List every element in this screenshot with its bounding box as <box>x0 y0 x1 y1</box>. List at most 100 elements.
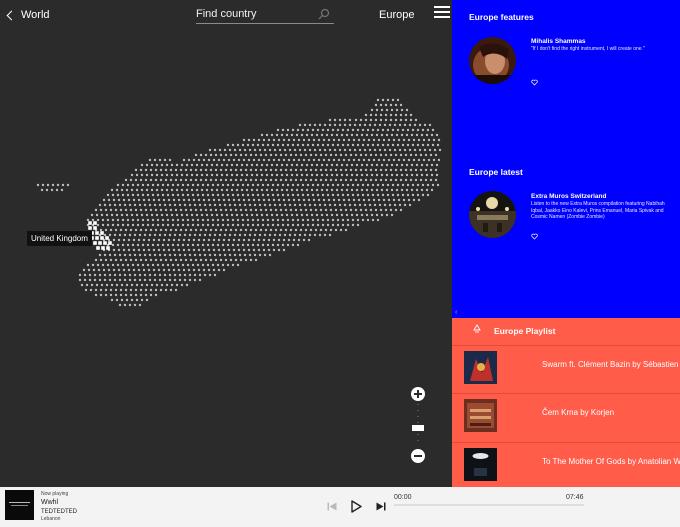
map-dot[interactable] <box>184 228 188 232</box>
map-dot[interactable] <box>120 213 124 217</box>
map-dot[interactable] <box>153 278 157 282</box>
map-dot[interactable] <box>157 238 161 242</box>
map-dot[interactable] <box>137 248 141 252</box>
map-dot[interactable] <box>353 203 357 207</box>
map-dot[interactable] <box>205 173 209 177</box>
map-dot[interactable] <box>356 128 360 132</box>
map-dot[interactable] <box>165 173 169 177</box>
map-dot[interactable] <box>228 253 232 257</box>
map-dot[interactable] <box>216 243 220 247</box>
map-dot[interactable] <box>217 248 221 252</box>
map-dot[interactable] <box>304 178 308 182</box>
map-dot[interactable] <box>196 193 200 197</box>
map-dot[interactable] <box>422 158 426 162</box>
map-dot[interactable] <box>297 238 301 242</box>
map-dot[interactable] <box>219 168 223 172</box>
map-dot[interactable] <box>335 163 339 167</box>
map-dot[interactable] <box>262 248 266 252</box>
map-dot[interactable] <box>161 223 165 227</box>
map-dot[interactable] <box>376 128 380 132</box>
map-dot[interactable] <box>143 253 147 257</box>
map-dot[interactable] <box>129 208 133 212</box>
map-dot[interactable] <box>303 148 307 152</box>
map-dot[interactable] <box>97 268 101 272</box>
map-dot[interactable] <box>425 188 429 192</box>
map-dot[interactable] <box>111 243 115 247</box>
map-dot[interactable] <box>268 253 272 257</box>
map-dot[interactable] <box>140 283 144 287</box>
map-dot[interactable] <box>184 178 188 182</box>
map-dot[interactable] <box>385 188 389 192</box>
map-dot[interactable] <box>232 238 236 242</box>
map-dot[interactable] <box>393 148 397 152</box>
map-dot[interactable] <box>181 193 185 197</box>
map-dot[interactable] <box>341 223 345 227</box>
map-dot[interactable] <box>136 193 140 197</box>
map-dot[interactable] <box>436 183 440 187</box>
map-dot[interactable] <box>151 263 155 267</box>
map-dot[interactable] <box>165 163 169 167</box>
map-dot[interactable] <box>133 233 137 237</box>
map-dot[interactable] <box>256 218 260 222</box>
map-dot[interactable] <box>324 153 328 157</box>
map-dot[interactable] <box>403 123 407 127</box>
map-dot[interactable] <box>364 113 368 117</box>
map-dot[interactable] <box>146 193 150 197</box>
map-dot[interactable] <box>271 143 275 147</box>
map-dot[interactable] <box>194 258 198 262</box>
map-dot[interactable] <box>310 163 314 167</box>
map-dot[interactable] <box>187 158 191 162</box>
map-dot[interactable] <box>218 253 222 257</box>
map-dot[interactable] <box>325 173 329 177</box>
map-dot[interactable] <box>422 138 426 142</box>
map-dot[interactable] <box>164 208 168 212</box>
map-dot[interactable] <box>351 193 355 197</box>
map-dot[interactable] <box>287 238 291 242</box>
map-dot[interactable] <box>395 163 399 167</box>
map-dot[interactable] <box>335 213 339 217</box>
map-dot[interactable] <box>311 193 315 197</box>
map-dot[interactable] <box>388 148 392 152</box>
map-dot[interactable] <box>121 218 125 222</box>
map-dot[interactable] <box>415 188 419 192</box>
map-dot[interactable] <box>421 128 425 132</box>
map-dot[interactable] <box>298 148 302 152</box>
map-dot[interactable] <box>142 268 146 272</box>
map-dot[interactable] <box>249 258 253 262</box>
map-dot[interactable] <box>377 138 381 142</box>
map-dot[interactable] <box>310 213 314 217</box>
map-dot[interactable] <box>188 278 192 282</box>
map-dot[interactable] <box>143 278 147 282</box>
map-dot[interactable] <box>355 163 359 167</box>
map-dot[interactable] <box>200 188 204 192</box>
map-dot[interactable] <box>418 123 422 127</box>
map-dot[interactable] <box>206 223 210 227</box>
map-dot[interactable] <box>242 248 246 252</box>
feature-avatar[interactable] <box>469 37 516 84</box>
map-dot[interactable] <box>243 253 247 257</box>
map-dot[interactable] <box>203 253 207 257</box>
map-dot[interactable] <box>226 218 230 222</box>
map-dot[interactable] <box>247 248 251 252</box>
map-dot[interactable] <box>215 188 219 192</box>
map-dot[interactable] <box>375 213 379 217</box>
map-dot[interactable] <box>157 198 161 202</box>
map-dot[interactable] <box>123 253 127 257</box>
map-dot[interactable] <box>266 143 270 147</box>
map-dot[interactable] <box>166 183 170 187</box>
map-dot[interactable] <box>188 203 192 207</box>
map-dot[interactable] <box>425 163 429 167</box>
map-dot[interactable] <box>163 278 167 282</box>
map-dot[interactable] <box>398 203 402 207</box>
map-dot[interactable] <box>336 143 340 147</box>
map-dot[interactable] <box>340 173 344 177</box>
map-dot[interactable] <box>311 183 315 187</box>
map-dot[interactable] <box>227 158 231 162</box>
map-dot[interactable] <box>145 173 149 177</box>
map-dot[interactable] <box>257 238 261 242</box>
map-dot[interactable] <box>118 303 122 307</box>
map-dot[interactable] <box>227 238 231 242</box>
map-dot[interactable] <box>272 138 276 142</box>
map-dot[interactable] <box>265 163 269 167</box>
map-dot[interactable] <box>148 203 152 207</box>
